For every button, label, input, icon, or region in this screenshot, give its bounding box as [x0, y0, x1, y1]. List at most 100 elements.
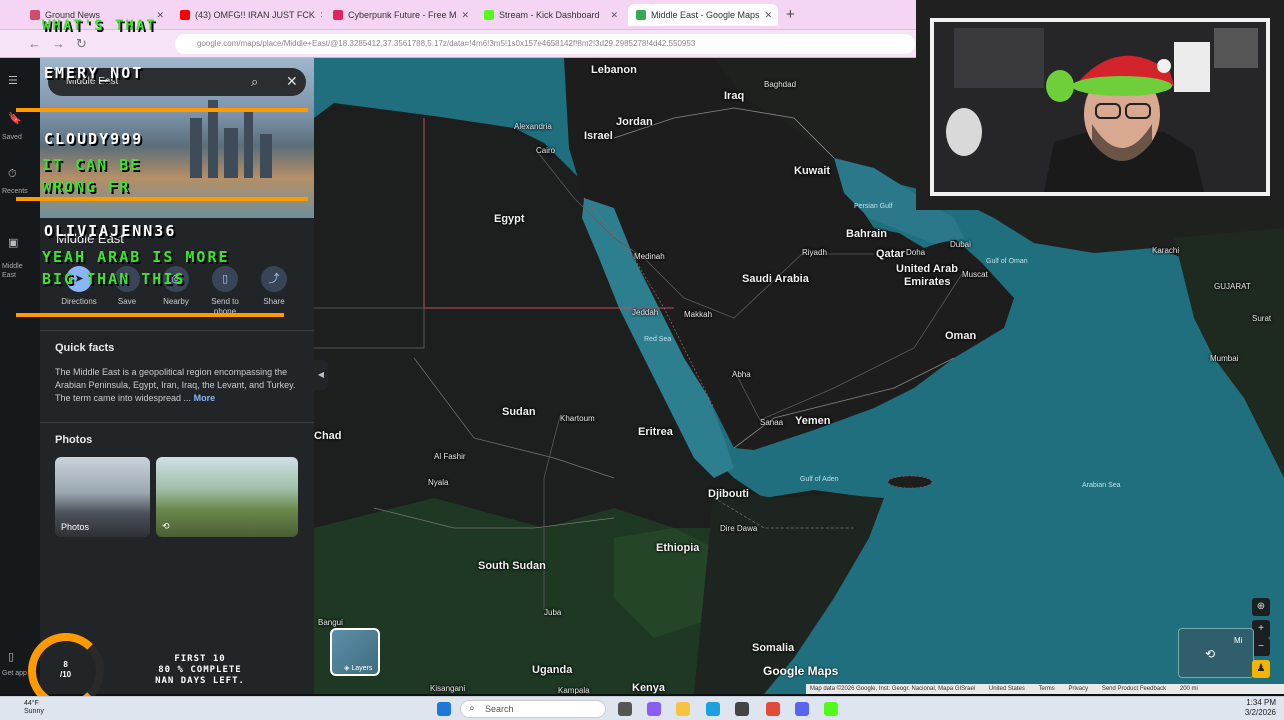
country-label-ethiopia[interactable]: Ethiopia	[656, 542, 699, 554]
country-label-qatar[interactable]: Qatar	[876, 248, 905, 260]
city-label-dire-dawa[interactable]: Dire Dawa	[720, 524, 757, 533]
my-location-icon[interactable]: ⊕	[1252, 598, 1270, 616]
city-label-makkah[interactable]: Makkah	[684, 310, 712, 319]
water-label-red-sea[interactable]: Red Sea	[644, 336, 671, 343]
app-icon[interactable]	[766, 702, 780, 716]
url-field[interactable]: google.com/maps/place/Middle+East/@18.32…	[175, 34, 915, 54]
store-icon[interactable]	[735, 702, 749, 716]
privacy-link[interactable]: Privacy	[1068, 686, 1088, 692]
country-label-bahrain[interactable]: Bahrain	[846, 228, 887, 240]
city-label-riyadh[interactable]: Riyadh	[802, 248, 827, 257]
country-label-united-arab[interactable]: United Arab	[896, 263, 958, 275]
country-label-emirates[interactable]: Emirates	[904, 276, 950, 288]
city-label-mumbai[interactable]: Mumbai	[1210, 354, 1238, 363]
city-label-abha[interactable]: Abha	[732, 370, 751, 379]
close-tab-icon[interactable]: ✕	[610, 10, 618, 21]
country-label-israel[interactable]: Israel	[584, 130, 613, 142]
city-label-medinah[interactable]: Medinah	[634, 252, 665, 261]
zoom-in-button[interactable]: +	[1252, 620, 1270, 638]
country-label-yemen[interactable]: Yemen	[795, 415, 830, 427]
tab-cyberpunk[interactable]: Cyberpunk Future - Free M ✕	[325, 4, 475, 26]
country-label-eritrea[interactable]: Eritrea	[638, 426, 673, 438]
country-label-saudi-arabia[interactable]: Saudi Arabia	[742, 273, 809, 285]
minimap[interactable]: ⟲	[1178, 628, 1254, 678]
close-tab-icon[interactable]: ✕	[156, 10, 164, 21]
country-label-lebanon[interactable]: Lebanon	[591, 64, 637, 76]
city-label-gujarat[interactable]: GUJARAT	[1214, 282, 1251, 291]
saved-icon[interactable]: 🔖	[8, 112, 22, 125]
reload-icon[interactable]: ↻	[76, 36, 87, 52]
city-label-alexandria[interactable]: Alexandria	[514, 122, 552, 131]
task-view-icon[interactable]	[618, 702, 632, 716]
country-label-uganda[interactable]: Uganda	[532, 664, 572, 676]
country-label-djibouti[interactable]: Djibouti	[708, 488, 749, 500]
country-label-jordan[interactable]: Jordan	[616, 116, 653, 128]
city-label-sanaa[interactable]: Sanaa	[760, 418, 783, 427]
share-button[interactable]: ⤴ Share	[249, 266, 299, 307]
city-label-al-fashir[interactable]: Al Fashir	[434, 452, 466, 461]
city-label-muscat[interactable]: Muscat	[962, 270, 988, 279]
city-label-surat[interactable]: Surat	[1252, 314, 1271, 323]
back-icon[interactable]: ←	[28, 36, 41, 51]
city-label-kisangani[interactable]: Kisangani	[430, 684, 465, 693]
country-label-kenya[interactable]: Kenya	[632, 682, 665, 694]
tab-youtube[interactable]: (43) OMFG!! IRAN JUST FCK ✕	[172, 4, 322, 26]
system-clock[interactable]: 1:34 PM 3/2/2026	[1232, 698, 1276, 718]
close-tab-icon[interactable]: ✕	[765, 10, 773, 21]
edge-icon[interactable]	[706, 702, 720, 716]
city-label-khartoum[interactable]: Khartoum	[560, 414, 595, 423]
country-label-sudan[interactable]: Sudan	[502, 406, 536, 418]
country-label-somalia[interactable]: Somalia	[752, 642, 794, 654]
search-icon[interactable]: ⌕	[251, 74, 258, 90]
country-label-kuwait[interactable]: Kuwait	[794, 165, 830, 177]
kick-icon[interactable]	[824, 702, 838, 716]
photo-thumb[interactable]: Photos	[55, 457, 150, 537]
collapse-panel-button[interactable]: ◀	[314, 360, 328, 390]
more-link[interactable]: More	[194, 393, 216, 403]
feedback-link[interactable]: Send Product Feedback	[1102, 686, 1166, 692]
city-label-cairo[interactable]: Cairo	[536, 146, 555, 155]
windows-start-icon[interactable]	[437, 702, 451, 716]
city-label-karachi[interactable]: Karachi	[1152, 246, 1179, 255]
country-label-south-sudan[interactable]: South Sudan	[478, 560, 546, 572]
weather-widget[interactable]: 44°F Sunny	[24, 700, 44, 716]
close-tab-icon[interactable]: ✕	[462, 10, 470, 21]
scale-label[interactable]: 200 mi	[1180, 686, 1198, 692]
pegman-icon[interactable]: ♟	[1252, 660, 1270, 678]
recents-icon[interactable]: ⏱	[8, 168, 17, 181]
zoom-out-button[interactable]: −	[1252, 638, 1270, 656]
city-label-kampala[interactable]: Kampala	[558, 686, 590, 694]
region-link[interactable]: United States	[989, 686, 1025, 692]
discord-icon[interactable]	[795, 702, 809, 716]
country-label-iraq[interactable]: Iraq	[724, 90, 744, 102]
city-label-nyala[interactable]: Nyala	[428, 478, 448, 487]
chat-message: IT CAN BE WRONG FR	[42, 156, 142, 196]
country-label-chad[interactable]: Chad	[314, 430, 342, 442]
city-label-bangui[interactable]: Bangui	[318, 618, 343, 627]
place-thumb-icon[interactable]: ▣	[8, 236, 18, 249]
menu-icon[interactable]: ☰	[8, 74, 18, 87]
file-explorer-icon[interactable]	[676, 702, 690, 716]
city-label-doha[interactable]: Doha	[906, 248, 925, 257]
water-label-gulf-of-oman[interactable]: Gulf of Oman	[986, 258, 1028, 265]
country-label-oman[interactable]: Oman	[945, 330, 976, 342]
phone-icon[interactable]: ▯	[8, 650, 14, 663]
city-label-jeddah[interactable]: Jeddah	[632, 308, 658, 317]
water-label-arabian-sea[interactable]: Arabian Sea	[1082, 482, 1121, 489]
tab-google-maps[interactable]: Middle East - Google Maps ✕	[628, 4, 778, 26]
water-label-persian-gulf[interactable]: Persian Gulf	[854, 203, 893, 210]
new-tab-icon[interactable]: +	[786, 6, 795, 23]
city-label-baghdad[interactable]: Baghdad	[764, 80, 796, 89]
terms-link[interactable]: Terms	[1038, 686, 1054, 692]
photo-thumb-360[interactable]: ⟲	[156, 457, 298, 537]
close-tab-icon[interactable]: ✕	[320, 10, 322, 21]
taskbar-search[interactable]: ⌕ Search	[460, 700, 606, 718]
country-label-egypt[interactable]: Egypt	[494, 213, 525, 225]
close-icon[interactable]: ✕	[286, 73, 298, 90]
tab-kick-dashboard[interactable]: Stream - Kick Dashboard ✕	[476, 4, 626, 26]
city-label-juba[interactable]: Juba	[544, 608, 561, 617]
copilot-icon[interactable]	[647, 702, 661, 716]
city-label-dubai[interactable]: Dubai	[950, 240, 971, 249]
water-label-gulf-of-aden[interactable]: Gulf of Aden	[800, 476, 839, 483]
forward-icon[interactable]: →	[52, 36, 65, 51]
